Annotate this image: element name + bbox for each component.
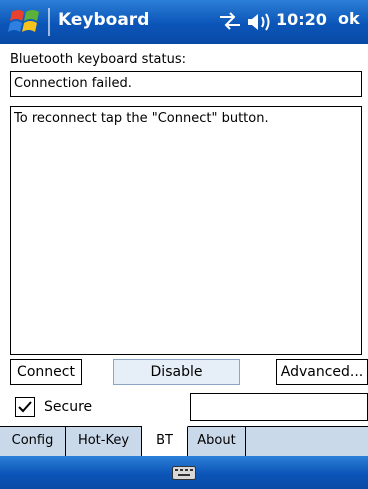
title-separator <box>48 8 50 36</box>
clock[interactable]: 10:20 <box>276 10 327 29</box>
title-bar: Keyboard 10:20 ok <box>0 0 368 44</box>
disable-button[interactable]: Disable <box>113 359 240 385</box>
status-field: Connection failed. <box>10 71 362 97</box>
window-title: Keyboard <box>58 10 150 30</box>
advanced-button[interactable]: Advanced... <box>276 359 368 385</box>
connect-button[interactable]: Connect <box>10 359 82 385</box>
message-area: To reconnect tap the "Connect" button. <box>10 106 362 355</box>
menu-bar <box>0 456 368 489</box>
windows-start-icon[interactable] <box>8 6 42 38</box>
tab-bt[interactable]: BT <box>142 426 188 457</box>
tab-about[interactable]: About <box>188 427 246 457</box>
tab-hot-key[interactable]: Hot-Key <box>66 427 142 457</box>
volume-icon[interactable] <box>246 11 272 33</box>
status-label: Bluetooth keyboard status: <box>10 52 186 67</box>
connectivity-icon[interactable] <box>218 11 242 31</box>
secure-input[interactable] <box>190 393 368 421</box>
tab-bar: Config Hot-Key BT About <box>0 426 368 457</box>
secure-checkbox[interactable] <box>15 397 35 417</box>
keyboard-icon[interactable] <box>172 466 196 480</box>
tab-config[interactable]: Config <box>0 427 66 457</box>
checkmark-icon <box>18 401 32 413</box>
ok-button[interactable]: ok <box>338 9 360 28</box>
secure-label: Secure <box>44 399 93 415</box>
